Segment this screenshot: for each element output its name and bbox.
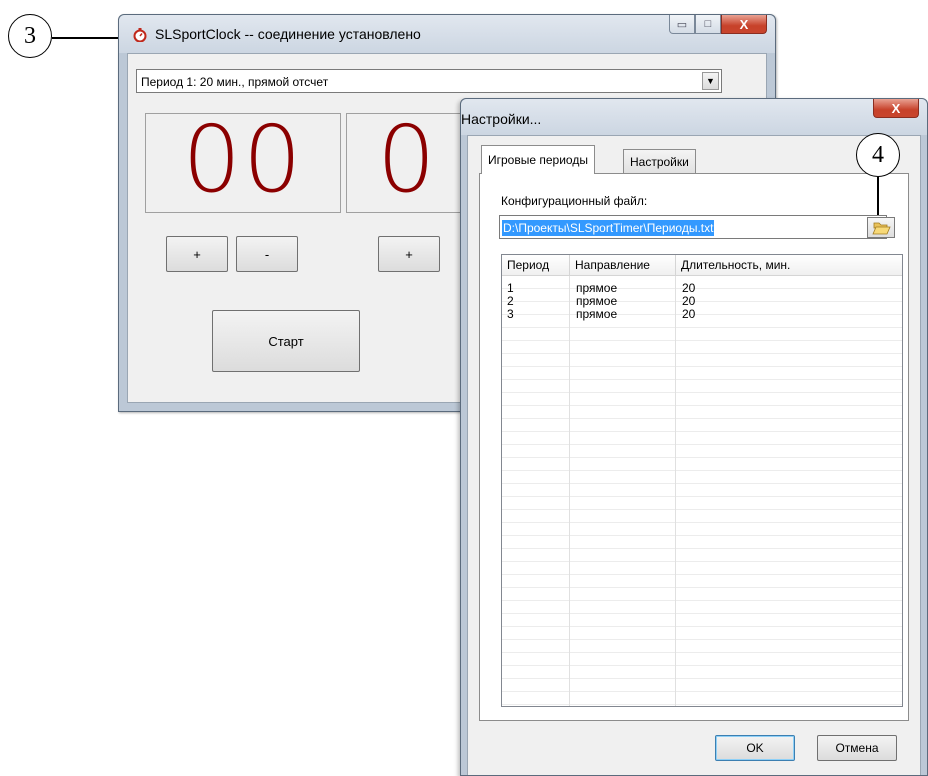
dialog-title: Настройки... [461, 111, 542, 127]
cell-period: 3 [507, 307, 514, 321]
maximize-button[interactable]: □ [695, 15, 721, 34]
minimize-button[interactable]: ▭ [669, 15, 695, 34]
folder-open-icon [872, 222, 891, 235]
cell-duration: 20 [682, 307, 696, 321]
main-titlebar[interactable]: SLSportClock -- соединение установлено ▭… [119, 15, 775, 53]
periods-table[interactable]: Период Направление Длительность, мин. 1 … [501, 254, 903, 707]
tab-game-periods[interactable]: Игровые периоды [481, 145, 595, 174]
minutes-digits: 00 [182, 113, 304, 213]
close-button[interactable]: X [721, 15, 767, 34]
stopwatch-icon [133, 28, 147, 42]
browse-button[interactable] [867, 217, 895, 238]
cancel-button[interactable]: Отмена [817, 735, 897, 761]
seconds-plus-button[interactable]: + [378, 236, 440, 272]
config-file-label: Конфигурационный файл: [501, 194, 648, 208]
table-header: Период Направление Длительность, мин. [502, 255, 902, 276]
dialog-close-button[interactable]: X [873, 99, 919, 118]
callout-4-leader [877, 177, 879, 215]
start-button[interactable]: Старт [212, 310, 360, 372]
table-row[interactable]: 1 прямое 20 [502, 282, 902, 295]
tab-settings[interactable]: Настройки [623, 149, 696, 173]
dropdown-arrow-icon[interactable]: ▼ [702, 72, 719, 90]
minutes-minus-button[interactable]: - [236, 236, 298, 272]
minutes-plus-button[interactable]: + [166, 236, 228, 272]
config-file-path: D:\Проекты\SLSportTimer\Периоды.txt [502, 220, 715, 236]
settings-dialog: Настройки... X Игровые периоды Настройки… [460, 98, 928, 776]
period-select[interactable]: Период 1: 20 мин., прямой отсчет ▼ [136, 69, 722, 93]
callout-3: 3 [8, 14, 52, 58]
callout-3-leader [52, 37, 118, 39]
window-controls: ▭ □ X [669, 15, 767, 37]
ok-button[interactable]: OK [715, 735, 795, 761]
config-file-input[interactable]: D:\Проекты\SLSportTimer\Периоды.txt [499, 215, 887, 239]
table-row[interactable]: 3 прямое 20 [502, 308, 902, 321]
window-title: SLSportClock -- соединение установлено [155, 26, 421, 42]
minutes-display: 00 [145, 113, 341, 213]
column-header-period[interactable]: Период [502, 255, 570, 275]
dialog-titlebar[interactable]: Настройки... X [461, 99, 927, 135]
column-header-duration[interactable]: Длительность, мин. [676, 255, 902, 275]
callout-4: 4 [856, 133, 900, 177]
column-header-direction[interactable]: Направление [570, 255, 676, 275]
period-select-value: Период 1: 20 мин., прямой отсчет [141, 75, 329, 89]
cell-direction: прямое [576, 307, 618, 321]
table-row[interactable]: 2 прямое 20 [502, 295, 902, 308]
table-body: 1 прямое 20 2 прямое 20 3 прямое 20 [502, 276, 902, 706]
